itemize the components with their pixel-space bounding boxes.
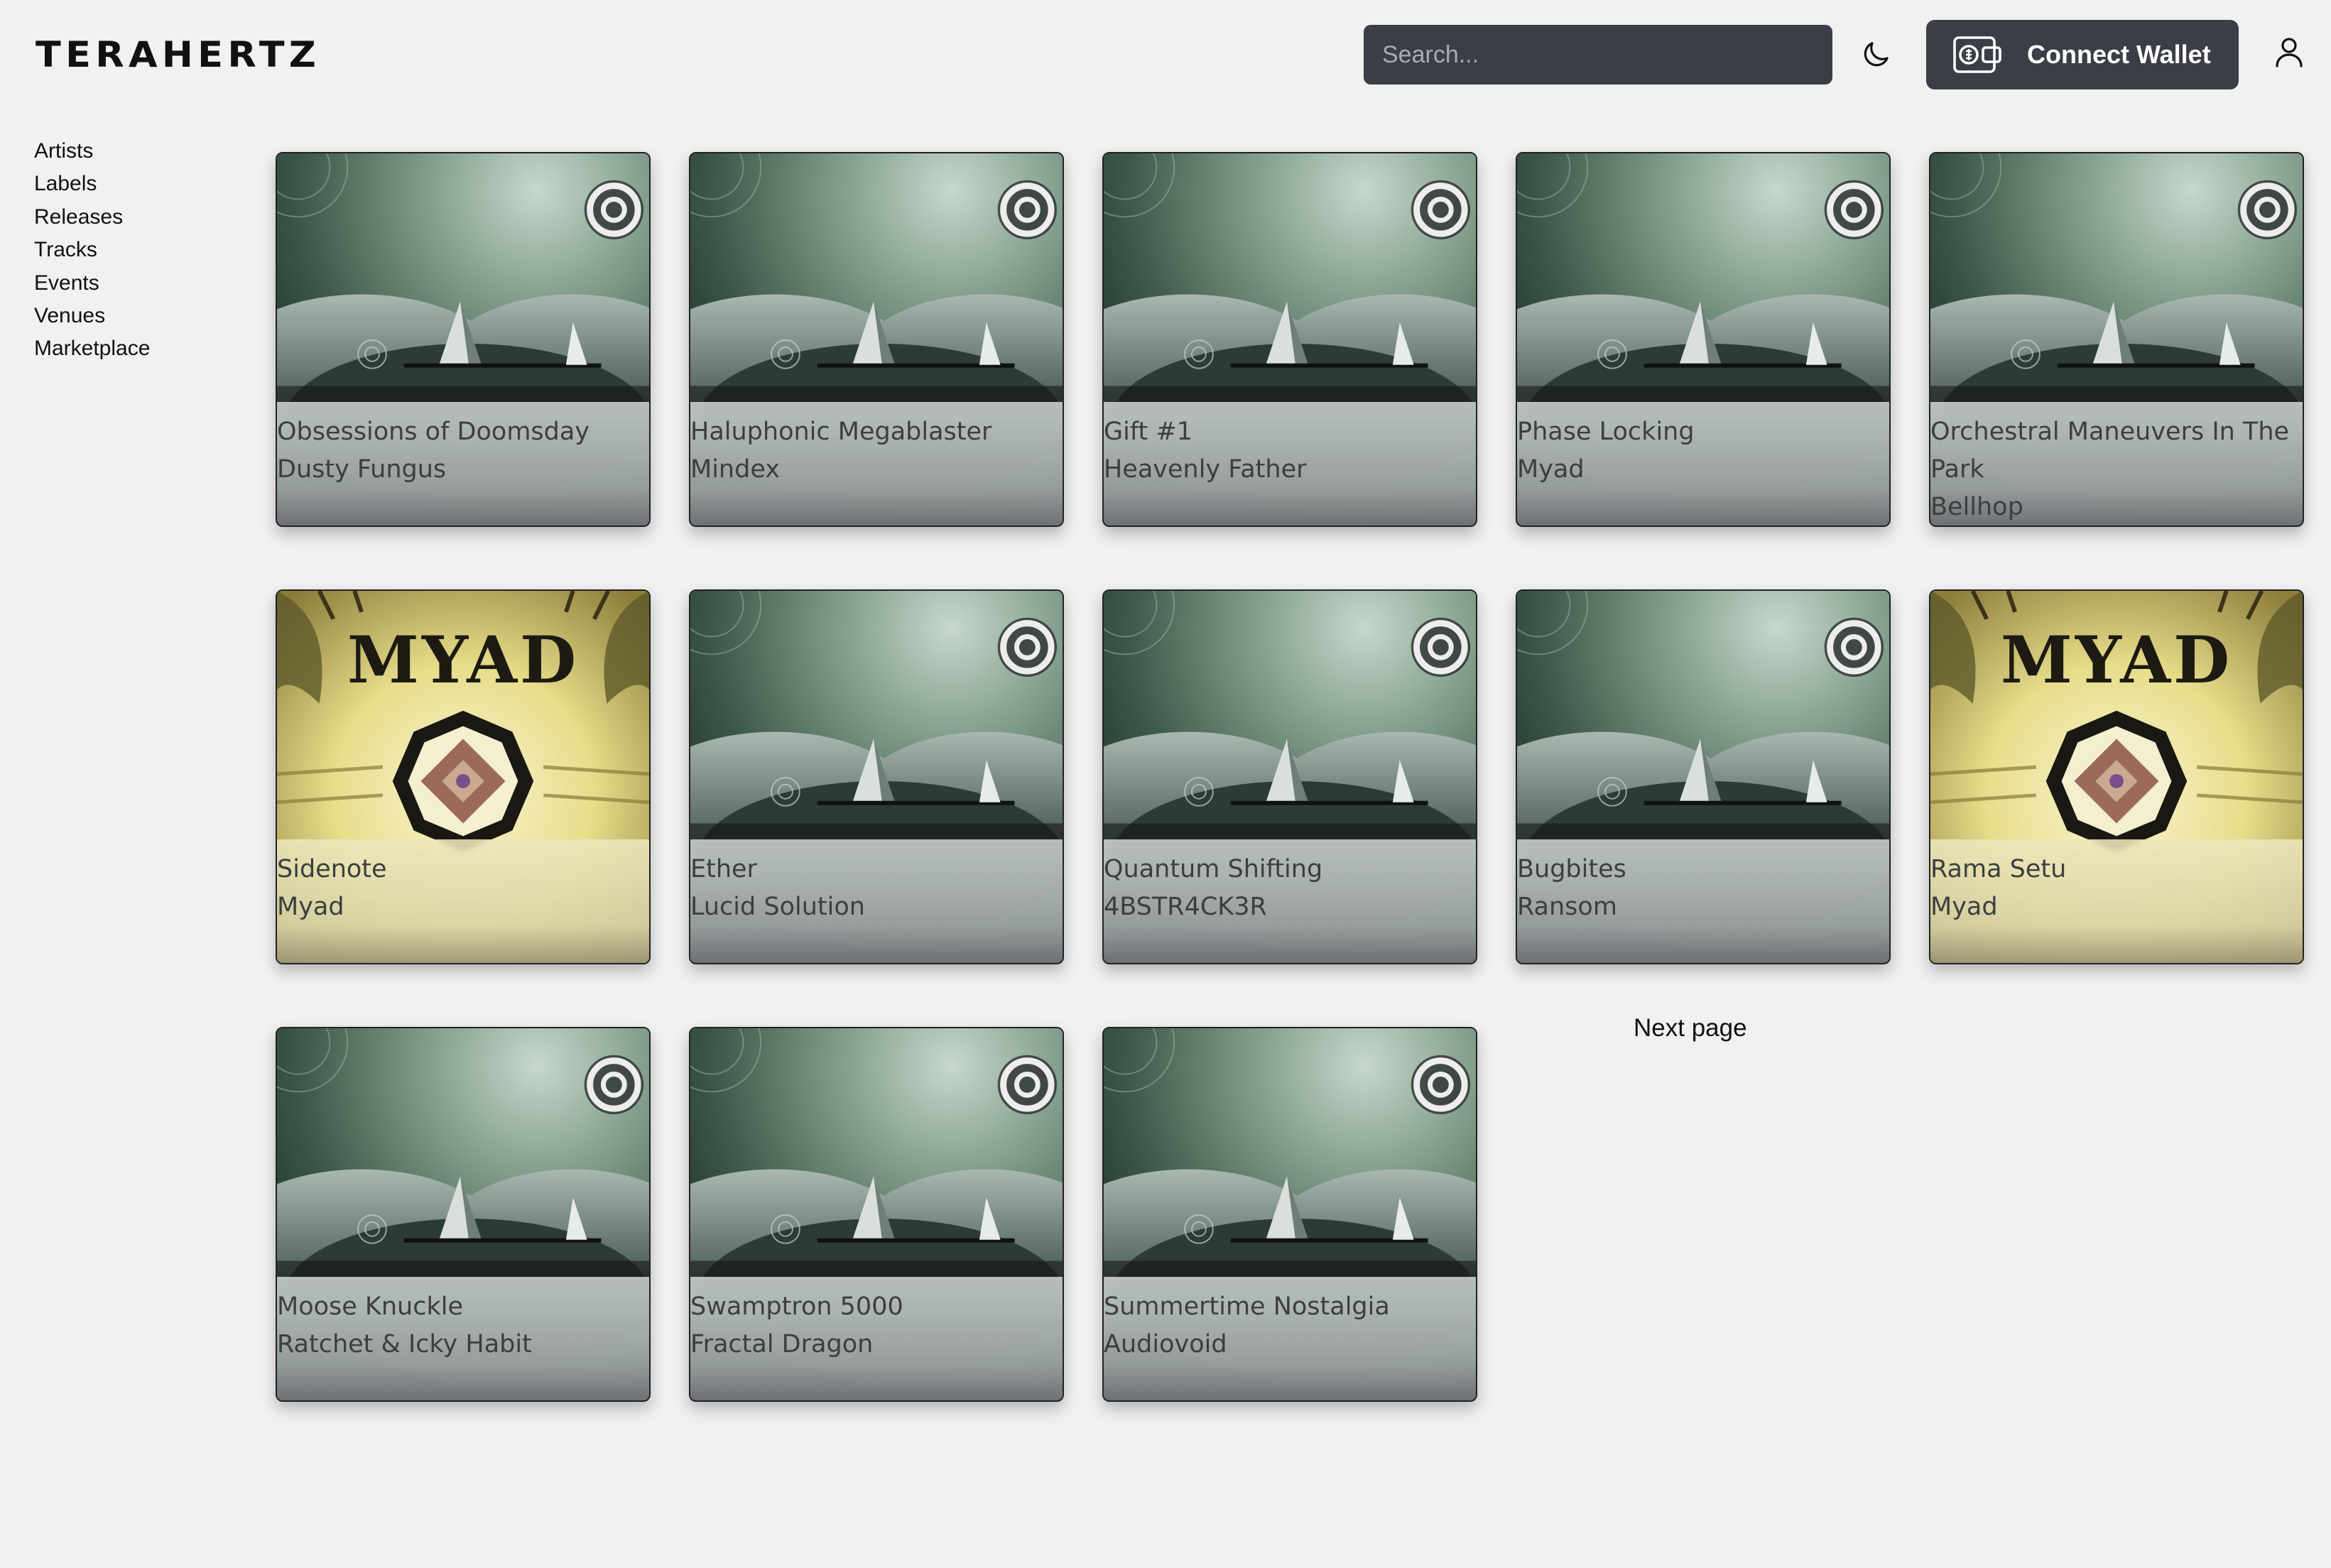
release-title: Gift #1 — [1104, 418, 1192, 446]
release-artist[interactable]: Mindex — [690, 451, 1063, 489]
release-caption: Obsessions of Doomsday Dusty Fungus — [277, 402, 649, 526]
sidebar-item-tracks[interactable]: Tracks — [34, 234, 150, 266]
sidebar-item-artists[interactable]: Artists — [34, 135, 150, 168]
release-artist[interactable]: Fractal Dragon — [690, 1326, 1063, 1363]
release-artist[interactable]: Myad — [1517, 451, 1889, 489]
release-title: Phase Locking — [1517, 418, 1695, 446]
release-caption: Sidenote Myad — [277, 839, 649, 963]
release-title: Summertime Nostalgia — [1104, 1292, 1390, 1321]
release-card[interactable]: Swamptron 5000 Fractal Dragon — [689, 1027, 1064, 1402]
release-caption: Summertime Nostalgia Audiovoid — [1104, 1277, 1476, 1400]
release-artist[interactable]: Bellhop — [1930, 489, 2303, 526]
release-caption: Gift #1 Heavenly Father — [1104, 402, 1476, 526]
release-title: Sidenote — [277, 855, 387, 883]
sidebar-item-marketplace[interactable]: Marketplace — [34, 332, 150, 365]
release-title: Bugbites — [1517, 855, 1626, 883]
release-artist[interactable]: Heavenly Father — [1104, 451, 1476, 489]
release-artist[interactable]: Ratchet & Icky Habit — [277, 1326, 649, 1363]
release-caption: Ether Lucid Solution — [690, 839, 1063, 963]
wallet-icon — [1953, 36, 2001, 73]
user-profile-button[interactable] — [2266, 28, 2313, 75]
sidebar-item-releases[interactable]: Releases — [34, 201, 150, 234]
release-card[interactable]: MYAD Sidenote Myad — [276, 589, 651, 964]
release-card[interactable]: Phase Locking Myad — [1516, 152, 1891, 527]
release-card[interactable]: MYAD Rama Setu Myad — [1929, 589, 2304, 964]
release-artist[interactable]: Myad — [1930, 888, 2303, 926]
sidebar-nav: Artists Labels Releases Tracks Events Ve… — [34, 135, 150, 366]
release-card[interactable]: Haluphonic Megablaster Mindex — [689, 152, 1064, 527]
release-card[interactable]: Quantum Shifting 4BSTR4CK3R — [1102, 589, 1477, 964]
release-artist[interactable]: Myad — [277, 888, 649, 926]
sidebar-item-venues[interactable]: Venues — [34, 300, 150, 332]
next-page-link[interactable]: Next page — [1634, 1014, 1747, 1042]
release-title: Obsessions of Doomsday — [277, 418, 590, 446]
release-caption: Bugbites Ransom — [1517, 839, 1889, 963]
myad-artwork-text: MYAD — [347, 621, 579, 698]
release-title: Quantum Shifting — [1104, 855, 1323, 883]
release-artist[interactable]: Lucid Solution — [690, 888, 1063, 926]
release-caption: Quantum Shifting 4BSTR4CK3R — [1104, 839, 1476, 963]
release-card[interactable]: Summertime Nostalgia Audiovoid — [1102, 1027, 1477, 1402]
release-caption: Orchestral Maneuvers In The Park Bellhop — [1930, 402, 2303, 526]
sidebar-item-events[interactable]: Events — [34, 267, 150, 300]
release-artist[interactable]: 4BSTR4CK3R — [1104, 888, 1476, 926]
release-card[interactable]: Obsessions of Doomsday Dusty Fungus — [276, 152, 651, 527]
release-artist[interactable]: Ransom — [1517, 888, 1889, 926]
release-card[interactable]: Bugbites Ransom — [1516, 589, 1891, 964]
logo[interactable]: TERAHERTZ — [36, 34, 320, 75]
release-card[interactable]: Orchestral Maneuvers In The Park Bellhop — [1929, 152, 2304, 527]
release-card[interactable]: Moose Knuckle Ratchet & Icky Habit — [276, 1027, 651, 1402]
release-artist[interactable]: Audiovoid — [1104, 1326, 1476, 1363]
release-card[interactable]: Ether Lucid Solution — [689, 589, 1064, 964]
moon-icon — [1864, 42, 1889, 67]
release-title: Ether — [690, 855, 757, 883]
release-caption: Rama Setu Myad — [1930, 839, 2303, 963]
user-icon — [2276, 38, 2303, 67]
theme-toggle-button[interactable] — [1852, 31, 1899, 78]
release-artist[interactable]: Dusty Fungus — [277, 451, 649, 489]
search-input[interactable] — [1364, 25, 1832, 85]
release-title: Haluphonic Megablaster — [690, 418, 992, 446]
release-caption: Phase Locking Myad — [1517, 402, 1889, 526]
connect-wallet-button[interactable]: Connect Wallet — [1926, 20, 2239, 89]
release-title: Swamptron 5000 — [690, 1292, 903, 1321]
release-caption: Swamptron 5000 Fractal Dragon — [690, 1277, 1063, 1400]
myad-artwork-text: MYAD — [2001, 621, 2232, 698]
release-card[interactable]: Gift #1 Heavenly Father — [1102, 152, 1477, 527]
sidebar-item-labels[interactable]: Labels — [34, 168, 150, 200]
release-title: Moose Knuckle — [277, 1292, 464, 1321]
release-caption: Moose Knuckle Ratchet & Icky Habit — [277, 1277, 649, 1400]
release-title: Rama Setu — [1930, 855, 2067, 883]
release-title: Orchestral Maneuvers In The Park — [1930, 418, 2290, 484]
connect-wallet-label: Connect Wallet — [2027, 40, 2211, 69]
release-caption: Haluphonic Megablaster Mindex — [690, 402, 1063, 526]
